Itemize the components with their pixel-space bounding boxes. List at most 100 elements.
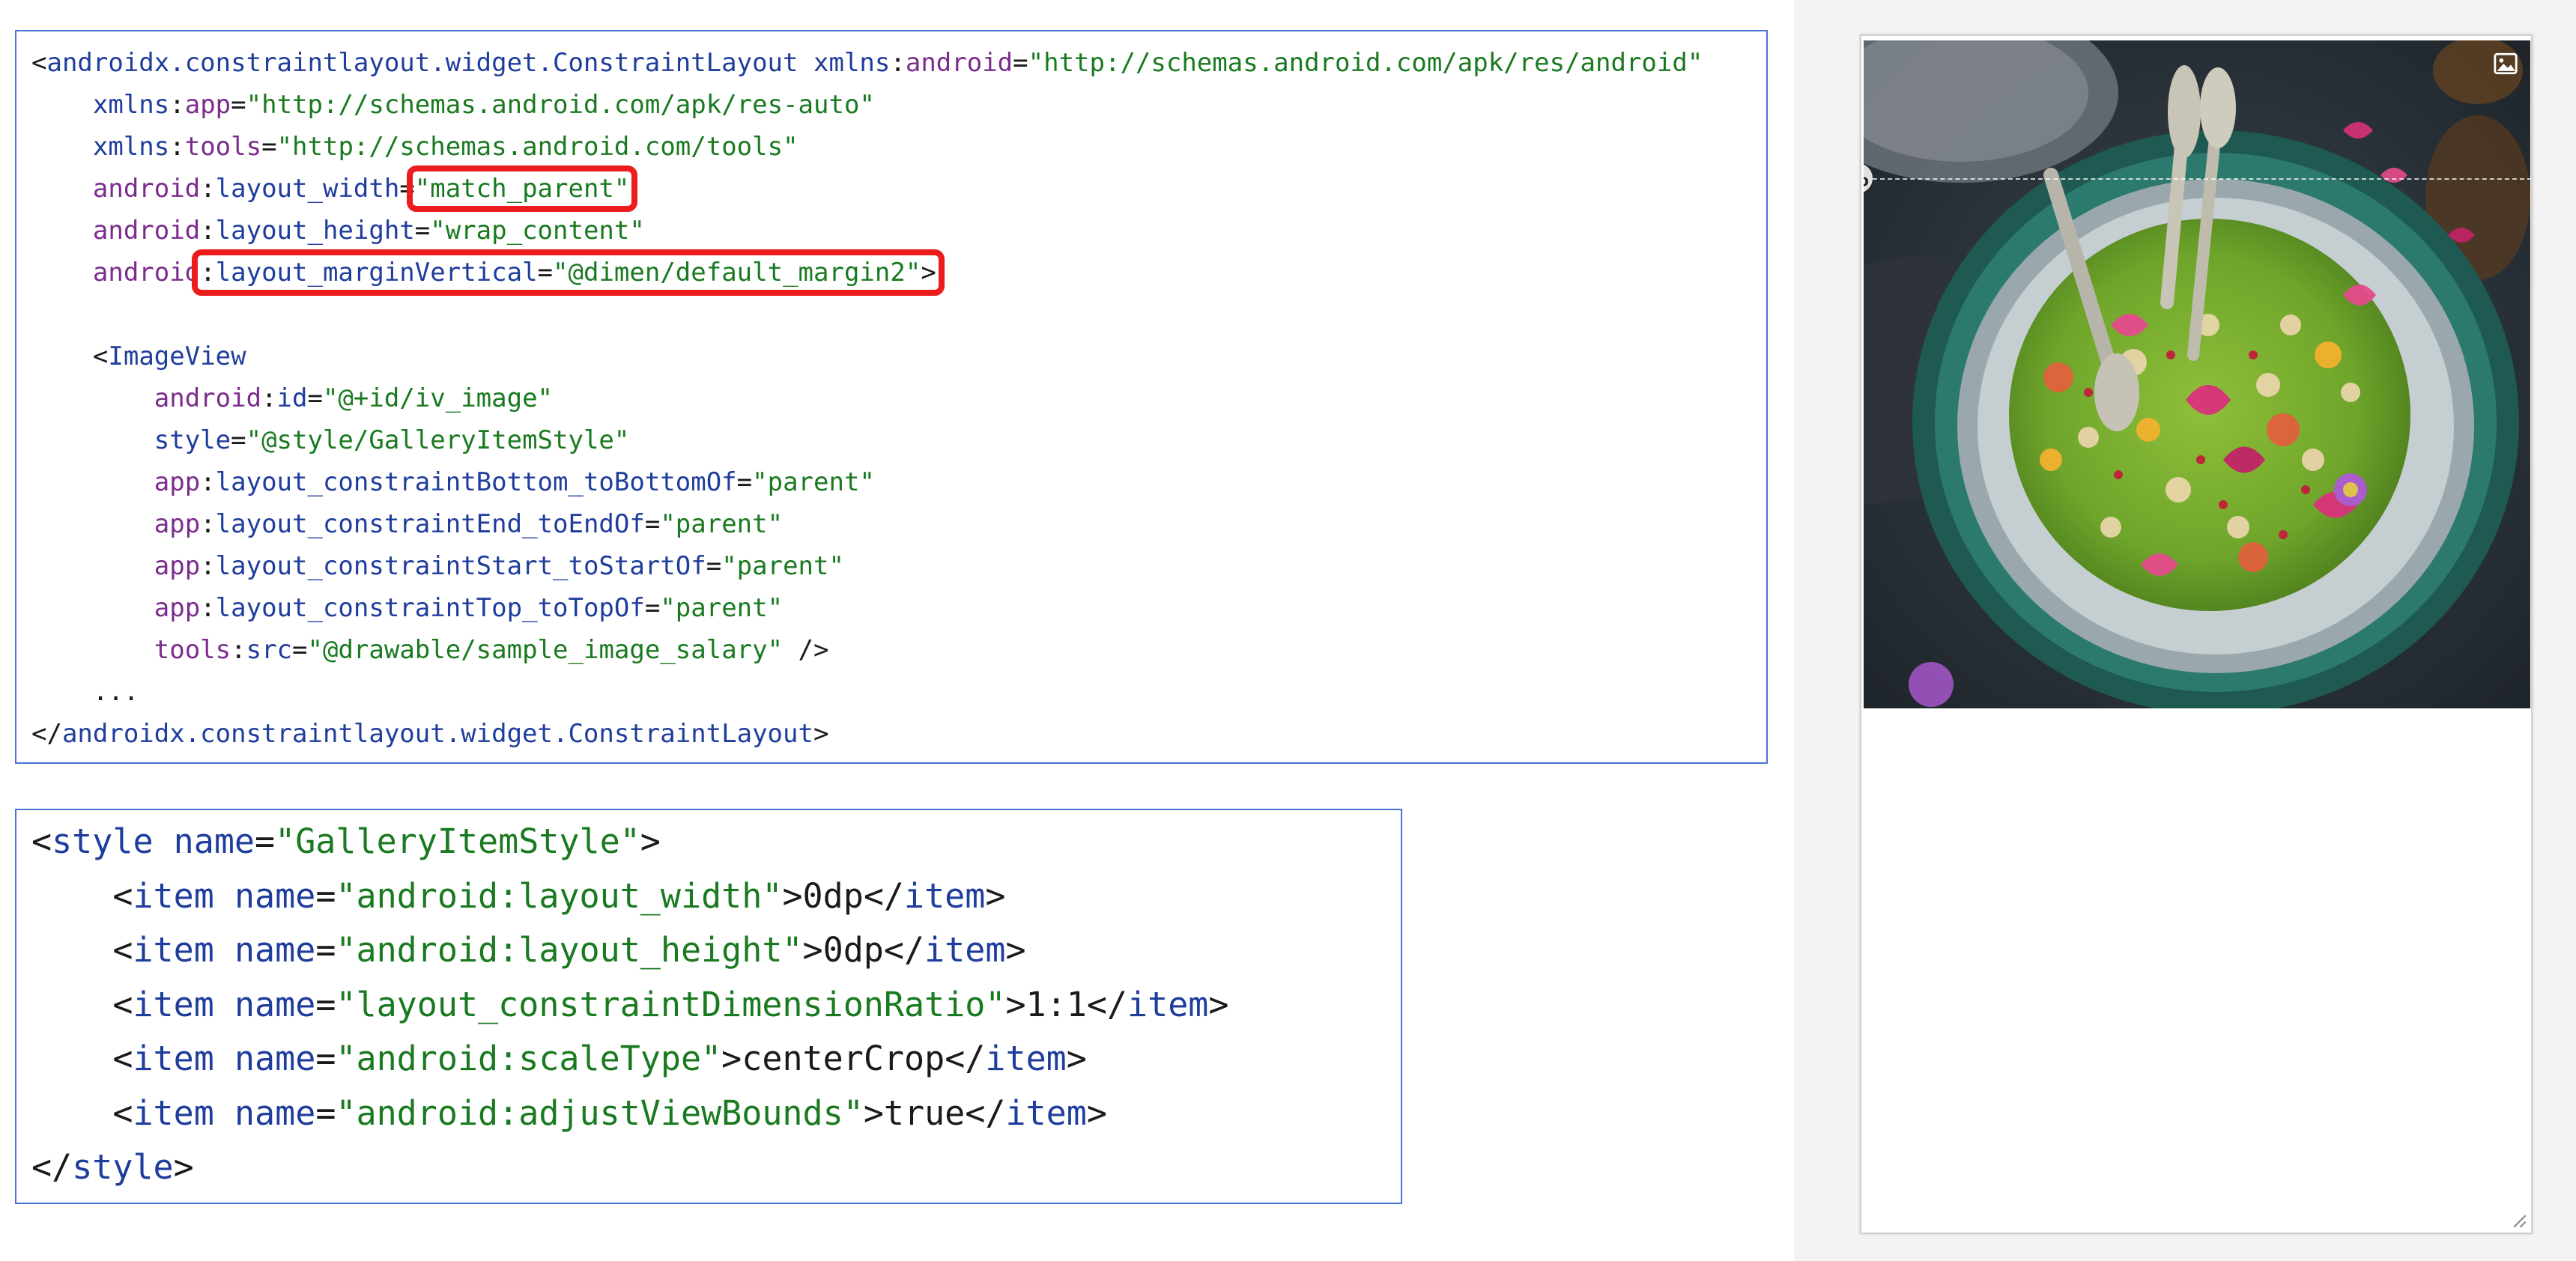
attr-value: "parent" [660,509,784,539]
style-close-line: </style> [31,1140,1401,1195]
attr-value: "android:scaleType" [336,1039,722,1078]
attr-separator: : [200,509,216,539]
device-preview-frame[interactable]: % [1860,34,2533,1234]
image-view-preview[interactable]: % [1864,40,2530,708]
tag-close: > [1005,984,1026,1024]
equals: = [292,635,308,665]
tag-close: > [1066,1039,1087,1078]
attr-name: name [234,930,316,970]
attr-separator: : [200,551,216,581]
equals: = [644,593,661,623]
attr-separator: : [231,635,246,665]
ellipsis: ... [92,677,139,707]
tag-name: style [52,821,154,861]
tag-open: < [112,875,133,916]
tag-close: > [863,1093,884,1133]
tag-close: > [173,1147,194,1187]
design-preview-panel: % [1794,0,2576,1261]
attr-namespace: android [154,383,262,413]
attr-namespace: xmlns [813,48,891,78]
attr-name: style [154,425,231,455]
style-xml-code-box: <style name="GalleryItemStyle"> <item na… [15,809,1402,1204]
code-line-10: style="@style/GalleryItemStyle" [31,419,1766,461]
tag-name: androidx.constraintlayout.widget.Constra… [46,48,798,78]
attr-separator: : [169,90,185,120]
tag-open: < [92,341,109,371]
attr-separator: : [200,216,216,246]
attr-namespace: xmlns [92,90,170,120]
attr-value: "http://schemas.android.com/apk/res-auto… [246,90,875,120]
item-content: 0dp [802,875,864,916]
tag-close: > [813,719,829,749]
code-line-9: android:id="@+id/iv_image" [31,377,1766,419]
tag-name: ImageView [108,341,246,371]
tag-close: > [640,821,661,861]
attr-name: name [234,1039,316,1078]
style-item-line: <item name="android:scaleType">centerCro… [31,1032,1401,1087]
image-icon [2494,52,2518,75]
attr-name: name [173,821,255,861]
attr-name: layout_constraintEnd_toEndOf [215,509,645,539]
attr-value: "parent" [721,551,844,581]
attr-namespace: android [92,216,201,246]
tag-name: item [133,984,214,1024]
code-line-8: <ImageView [31,335,1766,377]
code-line-11: app:layout_constraintBottom_toBottomOf="… [31,461,1766,503]
tag-name: item [1005,1093,1087,1133]
tag-open: </ [1086,984,1128,1024]
attr-value: "http://schemas.android.com/apk/res/andr… [1028,48,1703,78]
attr-separator: : [890,48,906,78]
attr-name: layout_marginVertical [215,258,538,288]
item-content: 0dp [822,930,884,970]
attr-value: "http://schemas.android.com/tools" [276,132,798,162]
attr-value: "@+id/iv_image" [322,383,554,413]
attr-value: "android:layout_height" [336,930,803,970]
equals: = [231,90,246,120]
resize-handle-icon[interactable] [2506,1207,2527,1228]
tag-close: > [985,875,1006,916]
attr-name: app [184,90,231,120]
attr-name: tools [184,132,262,162]
tag-close: > [1086,1093,1107,1133]
code-line-1: <androidx.constraintlayout.widget.Constr… [31,42,1766,84]
attr-namespace: app [154,593,201,623]
attr-separator: : [200,258,216,288]
attr-separator: : [200,174,216,204]
tag-open: </ [965,1093,1006,1133]
code-line-17: </androidx.constraintlayout.widget.Const… [31,713,1766,755]
code-line-12: app:layout_constraintEnd_toEndOf="parent… [31,503,1766,545]
layout-xml-code-box: < androidx.constraintlayout.widget.Constr… [15,30,1768,764]
attr-name: layout_height [215,216,415,246]
tag-close: > [921,258,936,288]
attr-name: layout_constraintBottom_toBottomOf [215,467,737,497]
percent-guideline[interactable] [1873,178,2530,180]
tag-name: item [1127,984,1209,1024]
highlighted-match-parent-value: "match_parent" [406,165,638,212]
attr-value: "GalleryItemStyle" [275,821,640,861]
attr-name: android [905,48,1013,78]
attr-name: layout_constraintTop_toTopOf [215,593,645,623]
equals: = [307,383,323,413]
attr-value: "android:layout_width" [336,875,783,916]
equals: = [315,1039,336,1078]
equals: = [315,984,336,1024]
tag-name: item [133,875,214,916]
attr-value: "parent" [660,593,784,623]
attr-value: "wrap_content" [430,216,645,246]
attr-value: "@style/GalleryItemStyle" [246,425,630,455]
attr-name: name [234,984,316,1024]
attr-name: layout_constraintStart_toStartOf [215,551,706,581]
tag-open: < [112,930,133,970]
tag-open: </ [31,719,62,749]
tag-name: item [924,930,1006,970]
attr-namespace: app [154,551,201,581]
highlighted-margin-vertical: :layout_marginVertical="@dimen/default_m… [192,249,945,296]
attr-separator: : [261,383,277,413]
code-line-3: xmlns:tools="http://schemas.android.com/… [31,126,1766,168]
code-line-6: android:layout_marginVertical="@dimen/de… [31,249,1766,296]
equals: = [706,551,722,581]
equals: = [255,821,276,861]
tag-open: < [112,1039,133,1078]
attr-namespace: xmlns [92,132,170,162]
code-line-4: android:layout_width="match_parent" [31,165,1766,212]
